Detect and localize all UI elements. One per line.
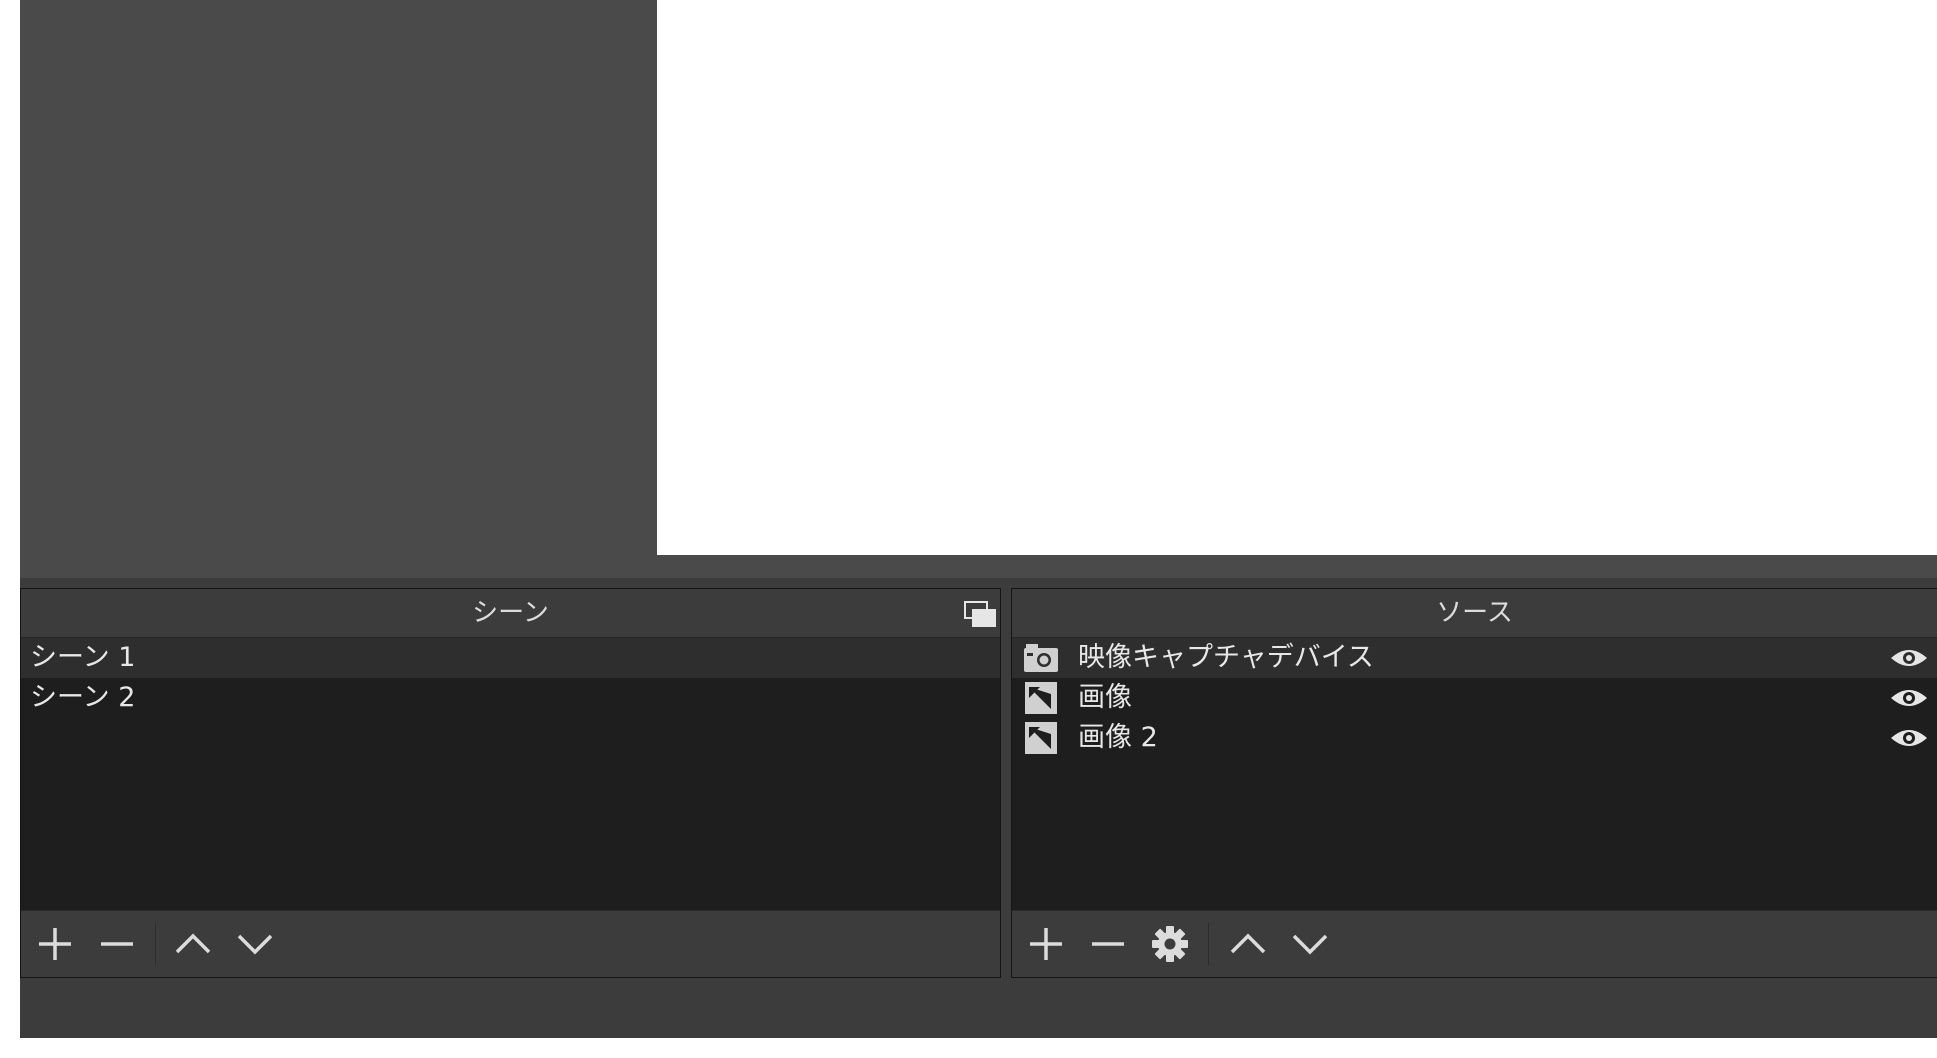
eye-icon[interactable] xyxy=(1889,687,1929,709)
chevron-down-icon xyxy=(1292,934,1328,955)
status-area xyxy=(20,978,1937,1038)
scene-item-label: シーン 2 xyxy=(30,682,136,713)
sources-list: 映像キャプチャデバイス 画像 画像 2 xyxy=(1012,638,1937,911)
add-scene-button[interactable] xyxy=(35,924,75,964)
sources-dock-title: ソース xyxy=(1012,589,1937,638)
toolbar-separator xyxy=(1208,923,1209,965)
plus-icon xyxy=(39,928,71,960)
remove-source-button[interactable] xyxy=(1088,924,1128,964)
toolbar-separator xyxy=(155,923,156,965)
sources-title-label: ソース xyxy=(1436,598,1513,628)
sources-toolbar xyxy=(1012,910,1937,977)
scene-item-label: シーン 1 xyxy=(30,642,136,673)
move-source-up-button[interactable] xyxy=(1228,924,1268,964)
chevron-up-icon xyxy=(175,933,211,954)
add-source-button[interactable] xyxy=(1026,924,1066,964)
remove-scene-button[interactable] xyxy=(97,924,137,964)
camera-icon xyxy=(1024,644,1058,672)
gear-icon xyxy=(1152,926,1188,962)
source-item-label: 映像キャプチャデバイス xyxy=(1078,642,1374,673)
source-item-label: 画像 xyxy=(1078,682,1132,713)
scenes-list: シーン 1 シーン 2 xyxy=(21,638,1000,911)
eye-icon[interactable] xyxy=(1889,647,1929,669)
scenes-dock-title: シーン xyxy=(21,589,1000,638)
source-item-label: 画像 2 xyxy=(1078,722,1158,753)
move-source-down-button[interactable] xyxy=(1290,924,1330,964)
minus-icon xyxy=(1092,942,1124,946)
move-scene-up-button[interactable] xyxy=(173,924,213,964)
chevron-up-icon xyxy=(1230,933,1266,954)
scene-item[interactable]: シーン 1 xyxy=(21,638,1000,678)
image-icon xyxy=(1025,682,1057,714)
scene-item[interactable]: シーン 2 xyxy=(21,678,1000,718)
source-item[interactable]: 画像 2 xyxy=(1012,718,1937,758)
eye-icon[interactable] xyxy=(1889,727,1929,749)
scenes-toolbar xyxy=(21,910,1000,977)
move-scene-down-button[interactable] xyxy=(235,924,275,964)
sources-dock: ソース 映像キャプチャデバイス 画像 画像 2 xyxy=(1011,588,1937,978)
preview-canvas[interactable] xyxy=(657,0,1937,555)
chevron-down-icon xyxy=(237,934,273,955)
source-item[interactable]: 映像キャプチャデバイス xyxy=(1012,638,1937,678)
minus-icon xyxy=(101,942,133,946)
plus-icon xyxy=(1030,928,1062,960)
preview-area xyxy=(20,0,1937,578)
undock-button[interactable] xyxy=(962,599,996,629)
source-properties-button[interactable] xyxy=(1150,924,1190,964)
obs-main-window: シーン シーン 1 シーン 2 ソース 映像キャプチャデバイス 画像 画像 2 xyxy=(20,0,1937,1038)
image-icon xyxy=(1025,722,1057,754)
source-item[interactable]: 画像 xyxy=(1012,678,1937,718)
scenes-title-label: シーン xyxy=(472,598,549,628)
scenes-dock: シーン シーン 1 シーン 2 xyxy=(20,588,1001,978)
